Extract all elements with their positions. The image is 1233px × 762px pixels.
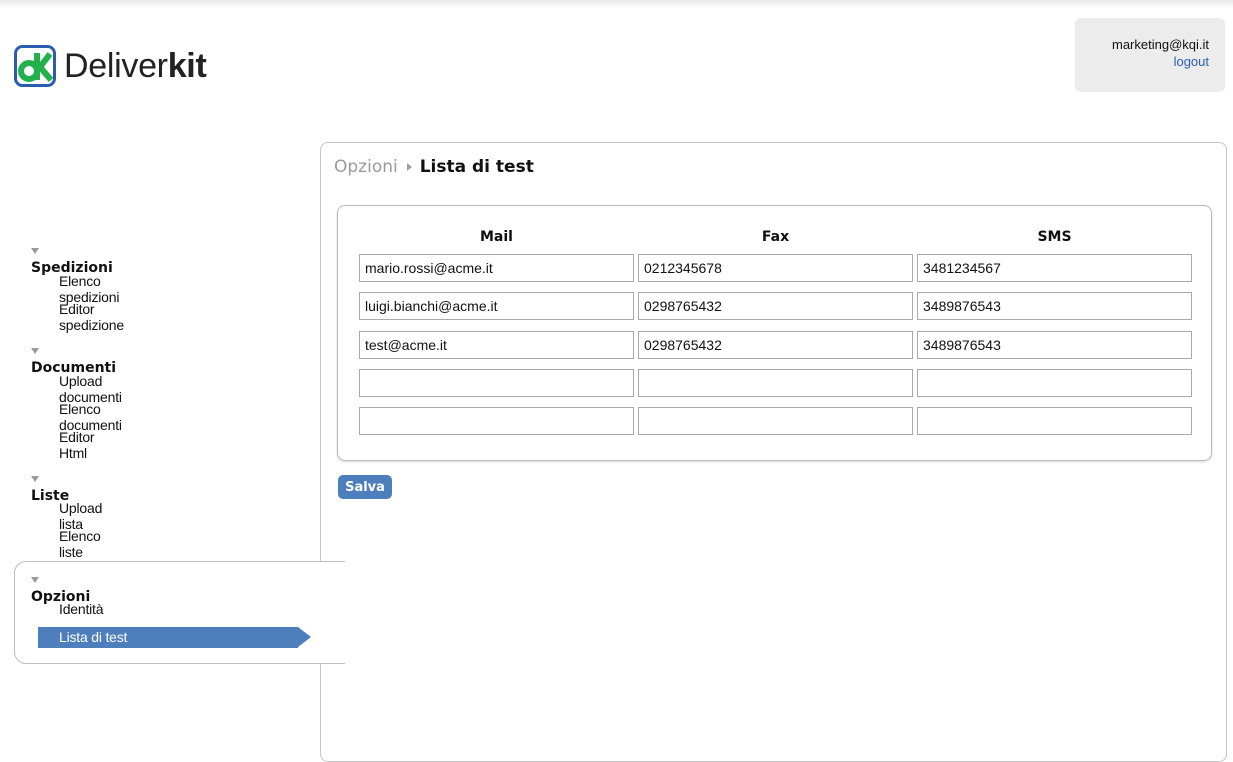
expand-triangle-icon (31, 348, 39, 354)
sms-input-2[interactable] (917, 292, 1192, 320)
sidebar-section-spedizioni[interactable]: Spedizioni (31, 244, 113, 276)
fax-input-2[interactable] (638, 292, 913, 320)
mail-input-1[interactable] (359, 254, 634, 282)
sms-input-3[interactable] (917, 331, 1192, 359)
expand-triangle-icon (31, 577, 39, 583)
app-name: Deliverkit (64, 47, 207, 85)
column-header-sms: SMS (1037, 229, 1072, 245)
fax-input-1[interactable] (638, 254, 913, 282)
sidebar-item-identita[interactable]: Identità (59, 601, 104, 617)
breadcrumb-separator-icon (406, 163, 412, 171)
sms-input-4[interactable] (917, 369, 1192, 397)
deliverkit-logo-icon (14, 45, 56, 87)
sms-input-1[interactable] (917, 254, 1192, 282)
breadcrumb-current: Lista di test (419, 157, 534, 177)
expand-triangle-icon (31, 248, 39, 254)
mail-input-4[interactable] (359, 369, 634, 397)
sidebar-item-editor-html[interactable]: Editor Html (59, 429, 95, 461)
fax-input-4[interactable] (638, 369, 913, 397)
mail-input-2[interactable] (359, 292, 634, 320)
user-box: marketing@kqi.it logout (1075, 18, 1225, 92)
expand-triangle-icon (31, 476, 39, 482)
fax-input-3[interactable] (638, 331, 913, 359)
user-email: marketing@kqi.it (1111, 37, 1209, 52)
column-header-mail: Mail (480, 229, 513, 245)
sidebar-item-elenco-liste[interactable]: Elenco liste (59, 528, 101, 560)
save-button[interactable]: Salva (338, 475, 392, 499)
sidebar-item-editor-spedizione[interactable]: Editor spedizione (59, 301, 124, 333)
top-gradient (0, 0, 1233, 8)
app-logo: Deliverkit (14, 44, 207, 88)
fax-input-5[interactable] (638, 407, 913, 435)
sms-input-5[interactable] (917, 407, 1192, 435)
logout-link[interactable]: logout (1075, 53, 1209, 70)
mail-input-3[interactable] (359, 331, 634, 359)
sidebar-section-documenti[interactable]: Documenti (31, 344, 116, 376)
sidebar-item-lista-di-test[interactable]: Lista di test (38, 627, 311, 648)
breadcrumb: Opzioni Lista di test (334, 157, 534, 177)
breadcrumb-parent[interactable]: Opzioni (334, 157, 398, 177)
mail-input-5[interactable] (359, 407, 634, 435)
column-header-fax: Fax (761, 229, 790, 245)
